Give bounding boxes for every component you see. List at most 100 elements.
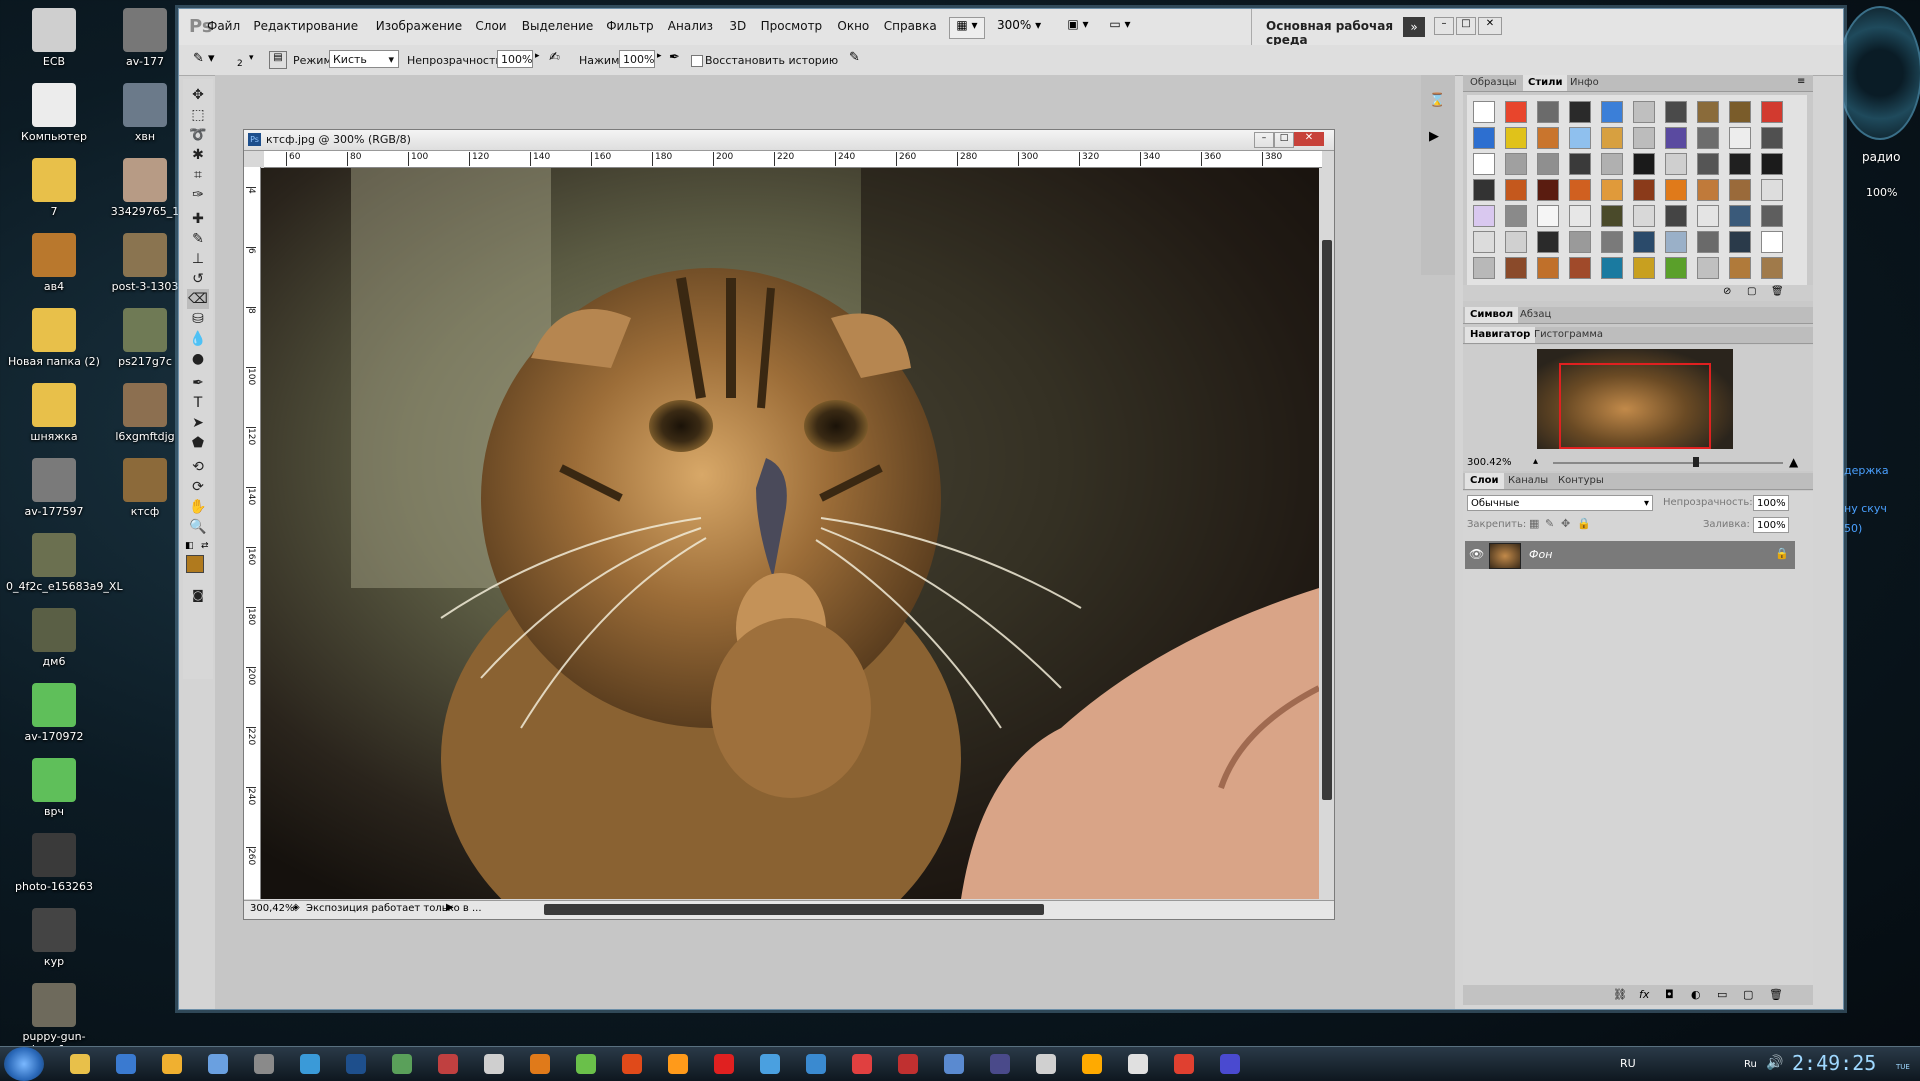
taskbar-app-icon[interactable] <box>622 1054 642 1074</box>
taskbar-app-icon[interactable] <box>162 1054 182 1074</box>
link-layers-icon[interactable]: ⛓ <box>1613 988 1627 1001</box>
taskbar-app-icon[interactable] <box>346 1054 366 1074</box>
move-tool-icon[interactable]: ✥ <box>187 85 209 105</box>
style-swatch[interactable] <box>1697 127 1719 149</box>
style-swatch[interactable] <box>1505 205 1527 227</box>
style-swatch[interactable] <box>1697 205 1719 227</box>
taskbar-app-icon[interactable] <box>392 1054 412 1074</box>
tab-histogram[interactable]: Гистограмма <box>1529 327 1608 343</box>
style-swatch[interactable] <box>1537 153 1559 175</box>
menu-item[interactable]: Редактирование <box>253 19 358 33</box>
hand-tool-icon[interactable]: ✋ <box>187 497 209 517</box>
default-colors-icon[interactable]: ◧ <box>185 541 194 551</box>
style-swatch[interactable] <box>1601 257 1623 279</box>
eyedropper-tool-icon[interactable]: ✑ <box>187 185 209 205</box>
eraser-tool-icon[interactable]: ⌫ <box>187 289 209 309</box>
3d-rotate-tool-icon[interactable]: ⟲ <box>187 457 209 477</box>
pressure-input[interactable]: 100% <box>619 50 655 68</box>
style-swatch[interactable] <box>1729 231 1751 253</box>
layer-row[interactable]: 👁 Фон 🔒 <box>1465 541 1795 569</box>
delete-layer-icon[interactable]: 🗑 <box>1769 988 1783 1001</box>
taskbar-app-icon[interactable] <box>806 1054 826 1074</box>
status-menu-arrow-icon[interactable]: ▶ <box>446 902 454 913</box>
desktop-icon[interactable]: ECB <box>6 8 102 68</box>
brush-size-picker[interactable]: 2 ▾ <box>235 51 265 71</box>
style-swatch[interactable] <box>1729 127 1751 149</box>
style-swatch[interactable] <box>1601 179 1623 201</box>
history-brush-tool-icon[interactable]: ↺ <box>187 269 209 289</box>
taskbar-app-icon[interactable] <box>714 1054 734 1074</box>
close-button[interactable]: ✕ <box>1478 17 1502 35</box>
quick-select-tool-icon[interactable]: ✱ <box>187 145 209 165</box>
taskbar-app-icon[interactable] <box>254 1054 274 1074</box>
mode-select[interactable]: Кисть ▾ <box>329 50 399 68</box>
zoom-tool-icon[interactable]: 🔍 <box>187 517 209 537</box>
taskbar-app-icon[interactable] <box>70 1054 90 1074</box>
taskbar-app-icon[interactable] <box>1220 1054 1240 1074</box>
style-swatch[interactable] <box>1761 257 1783 279</box>
style-swatch[interactable] <box>1537 257 1559 279</box>
style-swatch[interactable] <box>1473 179 1495 201</box>
style-swatch[interactable] <box>1473 127 1495 149</box>
style-swatch[interactable] <box>1665 101 1687 123</box>
lock-position-icon[interactable]: ✥ <box>1561 517 1570 530</box>
clone-stamp-tool-icon[interactable]: ⊥ <box>187 249 209 269</box>
desktop-icon[interactable]: ав4 <box>6 233 102 293</box>
taskbar-app-icon[interactable] <box>760 1054 780 1074</box>
style-swatch[interactable] <box>1761 231 1783 253</box>
maximize-button[interactable]: □ <box>1456 17 1476 35</box>
brush-tool-icon[interactable]: ✎ <box>187 229 209 249</box>
ruler-horizontal[interactable]: 60 80 100 120 140 160 180 200 220 240 260 280 300 320… <box>264 151 1322 168</box>
style-swatch[interactable] <box>1633 179 1655 201</box>
new-style-icon[interactable]: ▢ <box>1747 286 1756 297</box>
desktop-icon[interactable]: av-177 <box>110 8 180 68</box>
menu-item[interactable]: 3D <box>729 19 746 33</box>
opacity-slider-arrow-icon[interactable]: ▸ <box>535 51 540 61</box>
shape-tool-icon[interactable]: ⬟ <box>187 433 209 453</box>
navigator-thumbnail[interactable] <box>1537 349 1733 449</box>
style-swatch[interactable] <box>1473 231 1495 253</box>
doc-close-button[interactable]: ✕ <box>1294 132 1324 146</box>
taskbar-app-icon[interactable] <box>576 1054 596 1074</box>
navigator-view-box[interactable] <box>1559 363 1711 449</box>
clear-style-icon[interactable]: ⊘ <box>1723 286 1731 297</box>
tab-channels[interactable]: Каналы <box>1503 473 1553 489</box>
adjustment-layer-icon[interactable]: ◐ <box>1691 988 1701 1001</box>
layers-opacity-input[interactable]: 100% <box>1753 495 1789 511</box>
style-swatch[interactable] <box>1505 179 1527 201</box>
screen-layout-button[interactable]: ▭ ▾ <box>1103 17 1137 37</box>
desktop-icon[interactable]: l6xgmftdjg <box>110 383 180 443</box>
start-button[interactable] <box>4 1047 44 1081</box>
menu-item[interactable]: Справка <box>884 19 937 33</box>
clock-gadget[interactable] <box>1838 6 1920 140</box>
style-swatch[interactable] <box>1569 205 1591 227</box>
lock-all-icon[interactable]: 🔒 <box>1577 517 1591 530</box>
workspace-more-button[interactable]: » <box>1403 17 1425 37</box>
style-swatch[interactable] <box>1761 153 1783 175</box>
layer-visibility-eye-icon[interactable]: 👁 <box>1469 547 1484 561</box>
status-info-icon[interactable]: ◈ <box>292 902 300 913</box>
tab-layers[interactable]: Слои <box>1465 473 1504 489</box>
style-swatch[interactable] <box>1569 127 1591 149</box>
desktop-icon[interactable]: Новая папка (2) <box>6 308 102 368</box>
style-swatch[interactable] <box>1505 127 1527 149</box>
tray-ime[interactable]: Ru <box>1744 1059 1757 1070</box>
airbrush-icon[interactable]: ✒ <box>669 50 680 65</box>
taskbar-app-icon[interactable] <box>530 1054 550 1074</box>
lasso-tool-icon[interactable]: ➰ <box>187 125 209 145</box>
style-swatch[interactable] <box>1697 231 1719 253</box>
style-swatch[interactable] <box>1633 205 1655 227</box>
style-swatch[interactable] <box>1697 101 1719 123</box>
style-swatch[interactable] <box>1697 179 1719 201</box>
style-swatch[interactable] <box>1665 153 1687 175</box>
menu-item[interactable]: Окно <box>837 19 869 33</box>
doc-minimize-button[interactable]: – <box>1254 132 1274 148</box>
menu-item[interactable]: Фильтр <box>606 19 653 33</box>
actions-panel-icon[interactable]: ▶ <box>1429 129 1447 147</box>
navigator-zoom-value[interactable]: 300.42% <box>1467 457 1512 468</box>
style-swatch[interactable] <box>1601 127 1623 149</box>
tab-styles[interactable]: Стили <box>1523 75 1568 91</box>
zoom-out-icon[interactable]: ▴ <box>1533 456 1538 467</box>
style-swatch[interactable] <box>1633 101 1655 123</box>
taskbar-app-icon[interactable] <box>438 1054 458 1074</box>
